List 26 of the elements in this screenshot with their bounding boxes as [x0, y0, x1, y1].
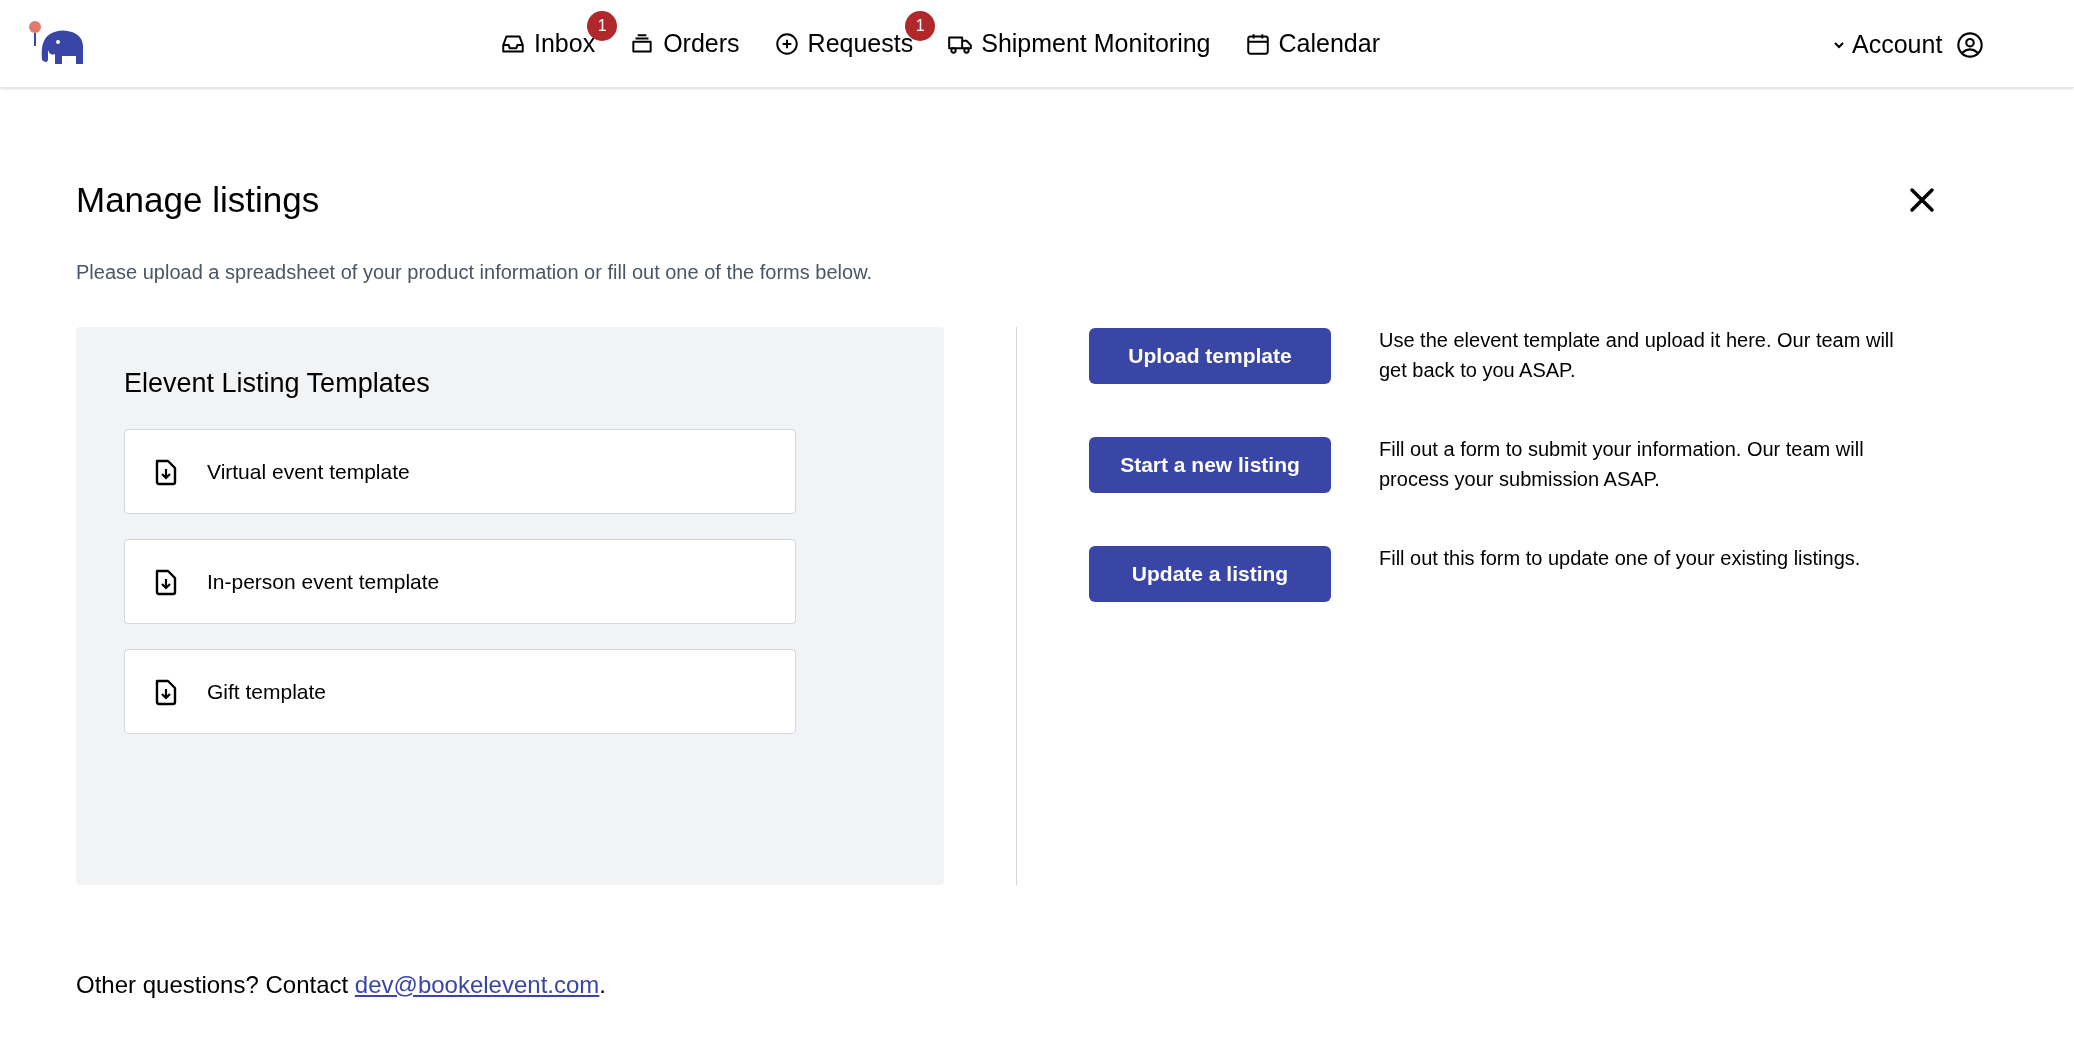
contact-text: Other questions? Contact dev@bookelevent.com. — [76, 969, 607, 1000]
account-menu[interactable]: Account — [1832, 26, 1985, 64]
close-icon[interactable] — [1909, 187, 1935, 214]
page-subtitle: Please upload a spreadsheet of your product information or fill out one of the forms below. — [76, 259, 874, 285]
user-circle-icon — [1956, 30, 1985, 59]
action-description: Use the elevent template and upload it here. Our team will get back to you ASAP. — [1379, 327, 1895, 383]
template-download-card[interactable]: Gift template — [124, 649, 796, 734]
file-download-icon — [153, 677, 179, 706]
page-title: Manage listings — [76, 179, 320, 221]
action-button[interactable]: Start a new listing — [1089, 436, 1331, 493]
file-download-icon — [153, 457, 179, 486]
action-button[interactable]: Update a listing — [1089, 545, 1331, 602]
nav-link[interactable]: Orders — [663, 25, 740, 63]
templates-heading: Elevent Listing Templates — [124, 366, 431, 400]
calendar-icon — [1244, 31, 1271, 57]
action-button[interactable]: Upload template — [1089, 327, 1331, 384]
nav-link[interactable]: Shipment Monitoring — [981, 25, 1211, 63]
file-download-icon — [153, 567, 179, 596]
template-download-card[interactable]: In-person event template — [124, 539, 796, 624]
email-link[interactable]: dev@bookelevent.com — [354, 970, 600, 998]
plus-circle-icon — [773, 31, 800, 57]
action-description: Fill out a form to submit your information. Our team will process your submission ASAP. — [1379, 436, 1865, 492]
template-download-card[interactable]: Virtual event template — [124, 429, 796, 514]
action-description: Fill out this form to update one of your existing listings. — [1379, 545, 1862, 571]
elephant-logo[interactable] — [28, 20, 86, 66]
nav-link[interactable]: Calendar — [1278, 25, 1380, 63]
